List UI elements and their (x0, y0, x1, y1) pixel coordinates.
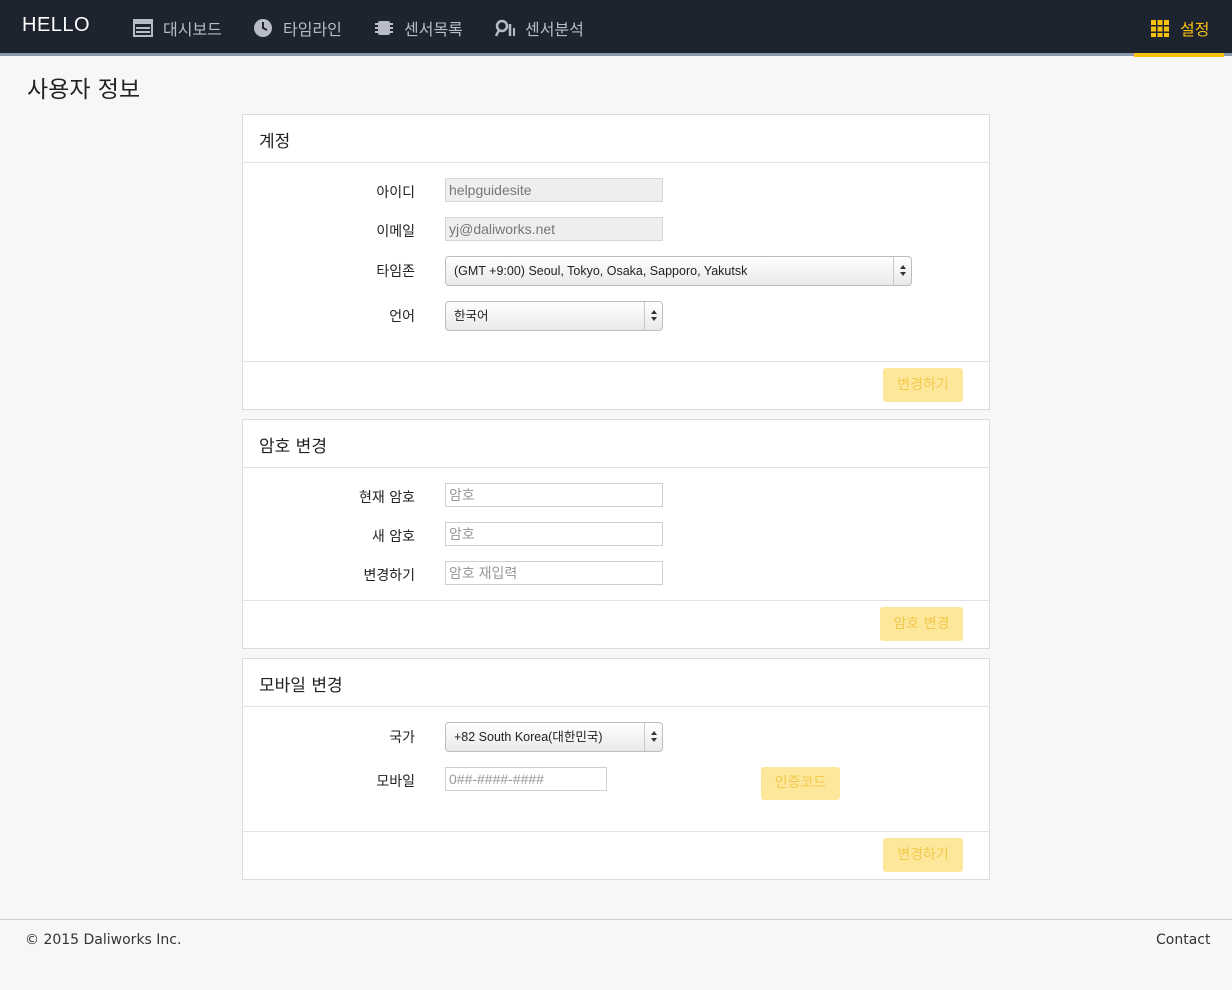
password-panel: 암호 변경 현재 암호 암호 새 암호 암호 변경하기 암호 재입력 암호 변경 (242, 419, 990, 649)
nav-label: 센서목록 (404, 20, 463, 39)
account-panel: 계정 아이디 helpguidesite 이메일 yj@daliworks.ne… (242, 114, 990, 410)
nav-label: 설정 (1180, 20, 1210, 39)
verification-code-button[interactable]: 인증코드 (761, 767, 840, 800)
panel-footer: 암호 변경 (243, 600, 989, 648)
grid-icon (1150, 18, 1170, 38)
current-password-label: 현재 암호 (359, 490, 415, 506)
current-password-input[interactable]: 암호 (445, 483, 663, 507)
panel-footer: 변경하기 (243, 361, 989, 409)
id-label: 아이디 (376, 185, 415, 201)
id-field: helpguidesite (445, 178, 663, 202)
timezone-label: 타임존 (376, 264, 415, 280)
country-value: +82 South Korea(대한민국) (454, 730, 603, 744)
country-label: 국가 (389, 730, 415, 746)
select-arrows-icon (893, 257, 911, 285)
confirm-password-input[interactable]: 암호 재입력 (445, 561, 663, 585)
mobile-save-button[interactable]: 변경하기 (883, 838, 963, 872)
change-password-button[interactable]: 암호 변경 (880, 607, 963, 641)
new-password-label: 새 암호 (371, 529, 415, 545)
contact-link[interactable]: Contact (1156, 932, 1210, 948)
nav-item-sensor-list[interactable]: 센서목록 (374, 0, 463, 56)
panel-heading: 모바일 변경 (243, 659, 989, 707)
nav-label: 대시보드 (163, 20, 222, 39)
select-arrows-icon (644, 723, 662, 751)
country-select[interactable]: +82 South Korea(대한민국) (445, 722, 663, 752)
nav-item-settings[interactable]: 설정 (1150, 0, 1209, 56)
email-field: yj@daliworks.net (445, 217, 663, 241)
panel-heading: 암호 변경 (243, 420, 989, 468)
panel-footer: 변경하기 (243, 831, 989, 879)
nav-item-dashboard[interactable]: 대시보드 (133, 0, 222, 56)
nav-label: 타임라인 (283, 20, 342, 39)
footer-divider (0, 919, 1232, 920)
mobile-number-input[interactable]: 0##-####-#### (445, 767, 607, 791)
chip-icon (374, 18, 394, 38)
nav-label: 센서분석 (525, 20, 584, 39)
dashboard-icon (133, 18, 153, 38)
clock-icon (253, 18, 273, 38)
nav-item-sensor-analysis[interactable]: 센서분석 (494, 0, 584, 56)
analysis-icon (494, 18, 515, 38)
account-save-button[interactable]: 변경하기 (883, 368, 963, 402)
top-navbar: HELLO 대시보드 타임라인 센서목록 센서분석 설정 (0, 0, 1232, 57)
email-label: 이메일 (376, 224, 415, 240)
confirm-password-label: 변경하기 (363, 568, 415, 584)
panel-heading: 계정 (243, 115, 989, 163)
nav-item-timeline[interactable]: 타임라인 (253, 0, 342, 56)
language-label: 언어 (389, 309, 415, 325)
mobile-panel: 모바일 변경 국가 +82 South Korea(대한민국) 모바일 0##-… (242, 658, 990, 880)
page-title: 사용자 정보 (27, 77, 141, 103)
active-tab-indicator (1134, 53, 1224, 57)
timezone-select[interactable]: (GMT +9:00) Seoul, Tokyo, Osaka, Sapporo… (445, 256, 912, 286)
language-select[interactable]: 한국어 (445, 301, 663, 331)
timezone-value: (GMT +9:00) Seoul, Tokyo, Osaka, Sapporo… (454, 264, 748, 278)
brand-logo[interactable]: HELLO (22, 14, 90, 37)
select-arrows-icon (644, 302, 662, 330)
mobile-label: 모바일 (376, 774, 415, 790)
new-password-input[interactable]: 암호 (445, 522, 663, 546)
copyright-text: © 2015 Daliworks Inc. (25, 932, 182, 948)
language-value: 한국어 (454, 309, 489, 323)
